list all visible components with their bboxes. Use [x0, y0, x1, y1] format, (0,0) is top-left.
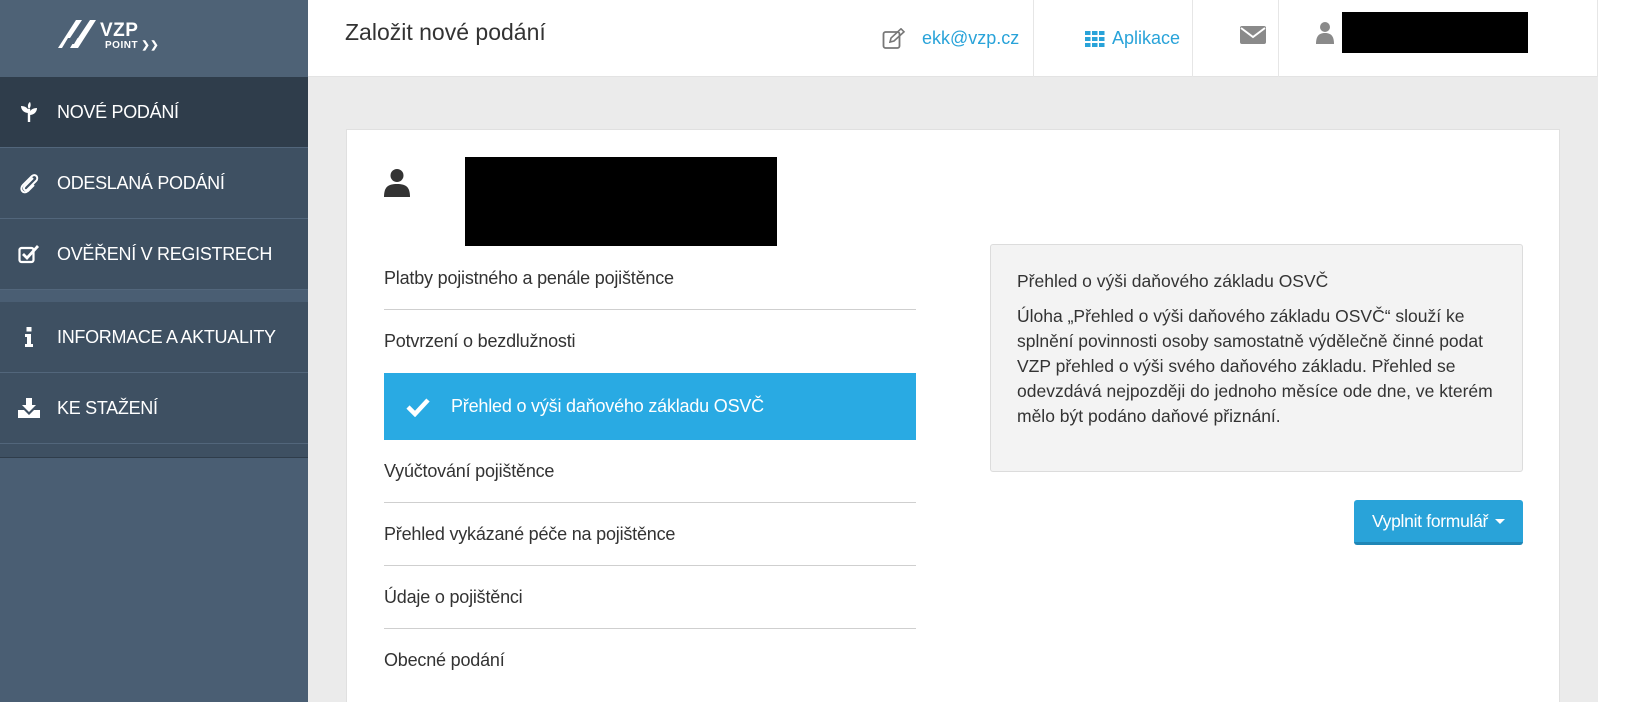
list-item[interactable]: Potvrzení o bezdlužnosti	[384, 310, 916, 373]
list-item[interactable]: Přehled vykázané péče na pojištěnce	[384, 503, 916, 566]
right-gutter	[1598, 0, 1632, 702]
edit-icon	[882, 27, 906, 49]
top-header: Založit nové podání ekk@vzp.cz Aplikace	[308, 0, 1598, 77]
sidebar-item-odeslana-podani[interactable]: ODESLANÁ PODÁNÍ	[0, 148, 308, 219]
user-email: ekk@vzp.cz	[922, 28, 1020, 48]
sidebar-nav-primary: NOVÉ PODÁNÍ ODESLANÁ PODÁNÍ OVĚŘENÍ V RE…	[0, 77, 308, 290]
sidebar-item-nove-podani[interactable]: NOVÉ PODÁNÍ	[0, 77, 308, 148]
vzp-logo-icon	[58, 20, 96, 48]
page-title: Založit nové podání	[345, 19, 546, 45]
logo-brand: VZP	[100, 20, 139, 41]
list-item[interactable]: Vyúčtování pojištěnce	[384, 440, 916, 503]
list-item[interactable]: Platby pojistného a penále pojištěnce	[384, 247, 916, 310]
sidebar-item-label: NOVÉ PODÁNÍ	[57, 101, 179, 122]
list-item-label: Potvrzení o bezdlužnosti	[384, 331, 576, 351]
list-item-label: Údaje o pojištěnci	[384, 586, 523, 607]
list-item-selected[interactable]: Přehled o výši daňového základu OSVČ	[384, 373, 916, 440]
sidebar-item-label: OVĚŘENÍ V REGISTRECH	[57, 243, 273, 264]
sidebar-item-informace-a-aktuality[interactable]: INFORMACE A AKTUALITY	[0, 302, 308, 373]
plant-icon	[0, 101, 57, 123]
user-email-link[interactable]: ekk@vzp.cz	[882, 0, 1019, 77]
sidebar-nav-secondary: INFORMACE A AKTUALITY KE STAŽENÍ	[0, 302, 308, 444]
apps-link[interactable]: Aplikace	[1085, 0, 1180, 77]
user-icon[interactable]	[1316, 21, 1334, 50]
info-icon	[0, 327, 57, 347]
header-divider	[1192, 0, 1193, 77]
fill-form-button[interactable]: Vyplnit formulář	[1354, 500, 1523, 545]
check-square-icon	[0, 244, 57, 264]
logo-sub: POINT ❯❯	[105, 40, 160, 51]
download-icon	[0, 398, 57, 418]
list-item[interactable]: Údaje o pojištěnci	[384, 566, 916, 629]
caret-down-icon	[1495, 518, 1506, 524]
redacted-user-name	[1342, 12, 1528, 53]
main-content: Platby pojistného a penále pojištěnce Po…	[308, 77, 1598, 702]
grid-icon	[1085, 30, 1105, 47]
list-item-label: Obecné podání	[384, 650, 505, 670]
checkmark-icon	[384, 397, 451, 417]
sidebar: VZP POINT ❯❯ NOVÉ PODÁNÍ ODESLANÁ PODÁNÍ	[0, 0, 308, 702]
list-item-label: Vyúčtování pojištěnce	[384, 460, 555, 481]
sidebar-item-label: INFORMACE A AKTUALITY	[57, 326, 276, 347]
person-icon	[384, 168, 410, 203]
sidebar-item-label: KE STAŽENÍ	[57, 397, 158, 418]
submission-type-list: Platby pojistného a penále pojištěnce Po…	[384, 247, 916, 692]
sidebar-item-ke-stazeni[interactable]: KE STAŽENÍ	[0, 373, 308, 444]
header-divider	[1033, 0, 1034, 77]
list-item-label: Přehled o výši daňového základu OSVČ	[451, 396, 764, 416]
sidebar-item-label: ODESLANÁ PODÁNÍ	[57, 172, 225, 193]
list-item[interactable]: Obecné podání	[384, 629, 916, 692]
sidebar-footer-line	[0, 444, 308, 458]
logo[interactable]: VZP POINT ❯❯	[0, 0, 308, 77]
sidebar-item-overeni-v-registrech[interactable]: OVĚŘENÍ V REGISTRECH	[0, 219, 308, 290]
paperclip-icon	[0, 172, 57, 194]
mail-icon[interactable]	[1240, 24, 1266, 51]
sidebar-divider	[0, 290, 308, 302]
list-item-label: Platby pojistného a penále pojištěnce	[384, 267, 674, 288]
info-panel: Přehled o výši daňového základu OSVČ Úlo…	[990, 244, 1523, 472]
submission-card: Platby pojistného a penále pojištěnce Po…	[346, 129, 1560, 702]
header-divider	[1278, 0, 1279, 77]
apps-label: Aplikace	[1112, 28, 1181, 48]
info-description: Úloha „Přehled o výši daňového základu O…	[1017, 306, 1493, 426]
info-title: Přehled o výši daňového základu OSVČ	[1017, 271, 1329, 291]
list-item-label: Přehled vykázané péče na pojištěnce	[384, 523, 676, 544]
redacted-person-info	[465, 157, 777, 246]
fill-form-label: Vyplnit formulář	[1371, 510, 1489, 531]
